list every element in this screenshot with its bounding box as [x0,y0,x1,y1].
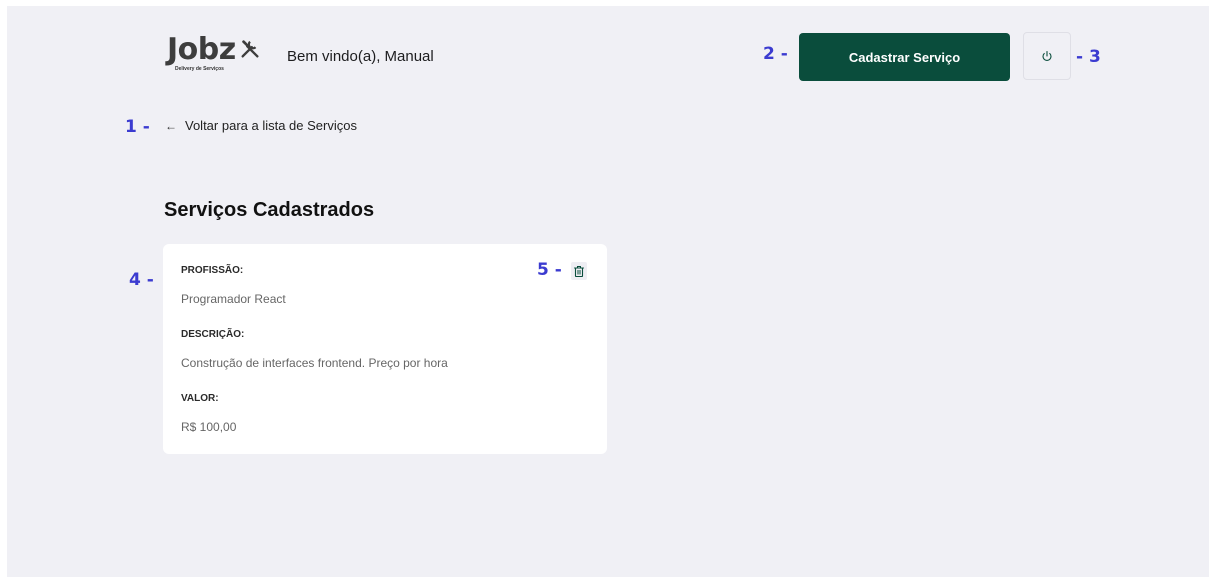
back-to-list-link[interactable]: ← Voltar para a lista de Serviços [165,118,357,133]
profession-label: PROFISSÃO: [181,265,244,276]
logo-subtitle: Delivery de Serviços [175,66,224,72]
trash-icon [573,265,585,277]
logout-button[interactable] [1023,32,1071,80]
annotation-4: 4 - [129,270,154,290]
delete-service-button[interactable] [571,262,587,280]
description-value: Construção de interfaces frontend. Preço… [181,356,448,370]
logo-text: Jobz [167,32,236,67]
logo[interactable]: Jobz Delivery de Serviços [167,32,267,92]
register-service-button[interactable]: Cadastrar Serviço [799,33,1010,81]
annotation-1: 1 - [125,117,150,137]
description-label: DESCRIÇÃO: [181,329,245,340]
profession-value: Programador React [181,292,286,306]
page-title: Serviços Cadastrados [164,199,375,221]
tools-icon [241,40,259,58]
service-card: PROFISSÃO: Programador React DESCRIÇÃO: … [163,244,607,454]
value-label: VALOR: [181,393,219,404]
power-icon [1042,50,1052,61]
welcome-message: Bem vindo(a), Manual [287,48,434,65]
annotation-5: 5 - [537,260,562,280]
value-amount: R$ 100,00 [181,420,237,434]
back-link-label: Voltar para a lista de Serviços [185,118,357,133]
annotation-2: 2 - [763,44,788,64]
arrow-left-icon: ← [165,118,177,133]
annotation-3: - 3 [1076,47,1101,67]
